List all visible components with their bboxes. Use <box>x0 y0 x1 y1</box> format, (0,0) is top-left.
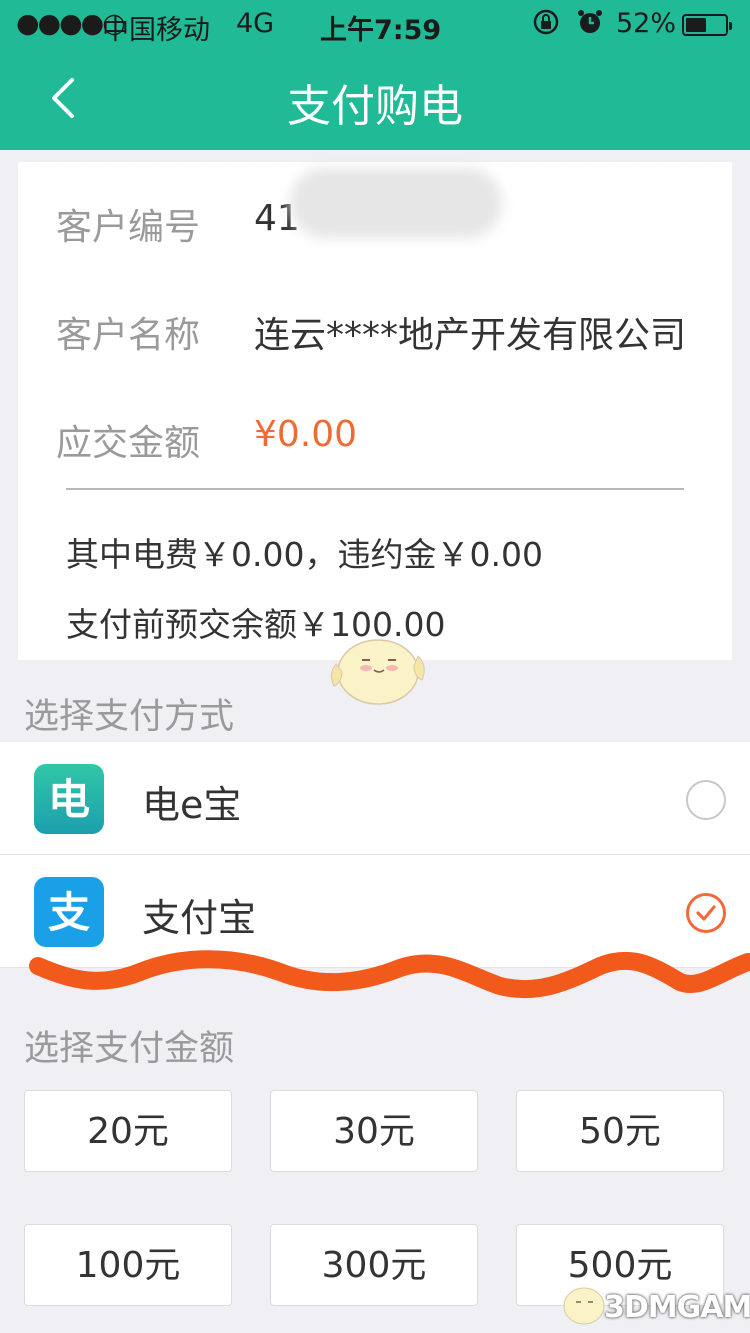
amount-option-30[interactable]: 30元 <box>270 1090 478 1172</box>
radio-checked-icon[interactable] <box>686 893 726 933</box>
status-bar: ●●●●○ 中国移动 4G 上午7:59 52% <box>0 0 750 48</box>
amount-option-20[interactable]: 20元 <box>24 1090 232 1172</box>
battery-fill <box>686 18 706 32</box>
customer-name-value: 连云****地产开发有限公司 <box>254 315 687 356</box>
payment-option-dianebao[interactable]: 电 电e宝 <box>0 742 750 855</box>
svg-text:电: 电 <box>48 775 90 824</box>
dianebao-icon: 电 <box>34 764 104 834</box>
amount-option-100[interactable]: 100元 <box>24 1224 232 1306</box>
battery-percentage: 52% <box>616 8 677 39</box>
customer-id-label: 客户编号 <box>56 207 201 248</box>
battery-icon <box>682 14 732 36</box>
payment-method-title: 选择支付方式 <box>24 697 235 737</box>
payment-method-list: 电 电e宝 支 支付宝 <box>0 742 750 968</box>
redaction-blur <box>290 168 502 238</box>
clock: 上午7:59 <box>320 15 442 46</box>
mascot-sticker <box>330 639 425 705</box>
fee-breakdown: 其中电费￥0.00，违约金￥0.00 <box>66 535 543 574</box>
divider <box>66 488 684 490</box>
svg-text:支: 支 <box>48 888 90 937</box>
page-title: 支付购电 <box>287 81 463 132</box>
payment-option-label: 支付宝 <box>142 896 257 940</box>
rotation-lock-icon <box>532 8 560 43</box>
radio-unchecked-icon[interactable] <box>686 780 726 820</box>
watermark-text: 3DMGAME <box>604 1290 750 1325</box>
scribble-annotation <box>29 950 750 999</box>
amount-due-label: 应交金额 <box>56 423 201 464</box>
carrier-name: 中国移动 <box>102 15 210 46</box>
network-type: 4G <box>236 8 275 39</box>
customer-name-label: 客户名称 <box>56 315 201 356</box>
nav-bar: 支付购电 <box>0 48 750 150</box>
payment-option-label: 电e宝 <box>142 783 242 827</box>
amount-option-300[interactable]: 300元 <box>270 1224 478 1306</box>
amount-due-value: ¥0.00 <box>254 414 358 455</box>
account-summary-card: 客户编号 41 客户名称 连云****地产开发有限公司 应交金额 ¥0.00 其… <box>18 158 732 664</box>
amount-option-50[interactable]: 50元 <box>516 1090 724 1172</box>
alarm-icon <box>576 8 604 43</box>
payment-amount-title: 选择支付金额 <box>24 1029 235 1069</box>
